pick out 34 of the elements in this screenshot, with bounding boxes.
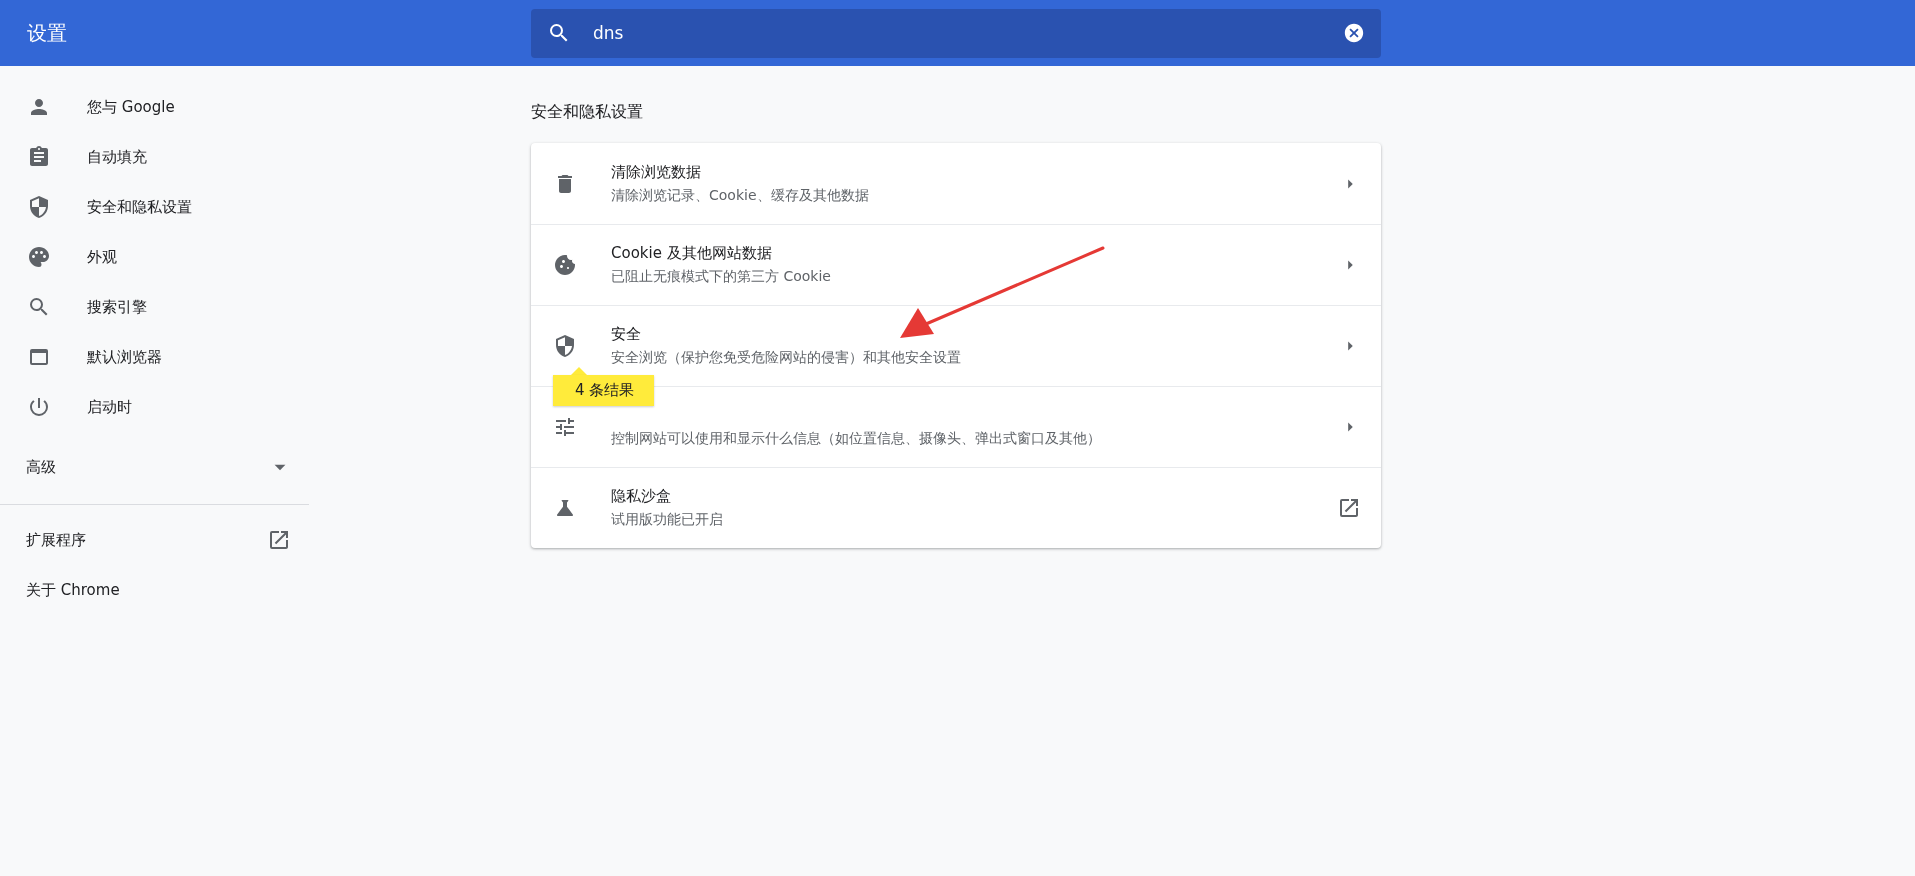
row-title[interactable]: Cookie 及其他网站数据 [611,244,1339,263]
sidebar-item[interactable]: 您与 Google [87,97,175,117]
shield-icon [27,195,51,219]
sidebar-item[interactable]: 外观 [87,247,117,267]
row-title[interactable]: 清除浏览数据 [611,162,1339,182]
sidebar-link[interactable]: 扩展程序 [26,530,86,550]
shield-icon [553,334,577,358]
cookie-icon [553,253,577,277]
advanced-section[interactable]: 高级 [26,457,56,477]
search-field[interactable]: dns [531,8,1381,58]
sidebar-item[interactable]: 自动填充 [87,147,147,167]
row-subtitle: 已阻止无痕模式下的第三方 Cookie [611,268,832,286]
search-results-tooltip: 4 条结果 [553,375,655,406]
power-icon [27,395,51,419]
row-subtitle: 控制网站可以使用和显示什么信息（如位置信息、摄像头、弹出式窗口及其他） [611,430,1102,448]
sidebar-item[interactable]: 搜索引擎 [87,297,147,317]
section-title: 安全和隐私设置 [531,102,644,123]
sidebar-item[interactable]: 默认浏览器 [87,347,162,367]
row-subtitle: 试用版功能已开启 [611,511,724,529]
page-title: 设置 [26,19,68,47]
row-subtitle: 清除浏览记录、Cookie、缓存及其他数据 [611,186,870,205]
clipboard-icon [27,145,51,169]
row-title[interactable]: 隐私沙盒 [611,487,1337,506]
row-subtitle: 安全浏览（保护您免受危险网站的侵害）和其他安全设置 [611,349,962,367]
external-link-icon[interactable] [267,528,291,552]
sidebar-item[interactable]: 安全和隐私设置 [87,197,192,217]
clear-icon[interactable] [1343,22,1365,44]
palette-icon [27,245,51,269]
sidebar-item[interactable]: 启动时 [87,397,132,417]
sidebar-link[interactable]: 关于 Chrome [26,580,120,600]
sliders-icon [553,415,577,439]
external-link-icon[interactable] [1337,496,1361,520]
row-title[interactable]: 安全 [611,325,1339,344]
search-input[interactable]: dns [591,22,1323,44]
